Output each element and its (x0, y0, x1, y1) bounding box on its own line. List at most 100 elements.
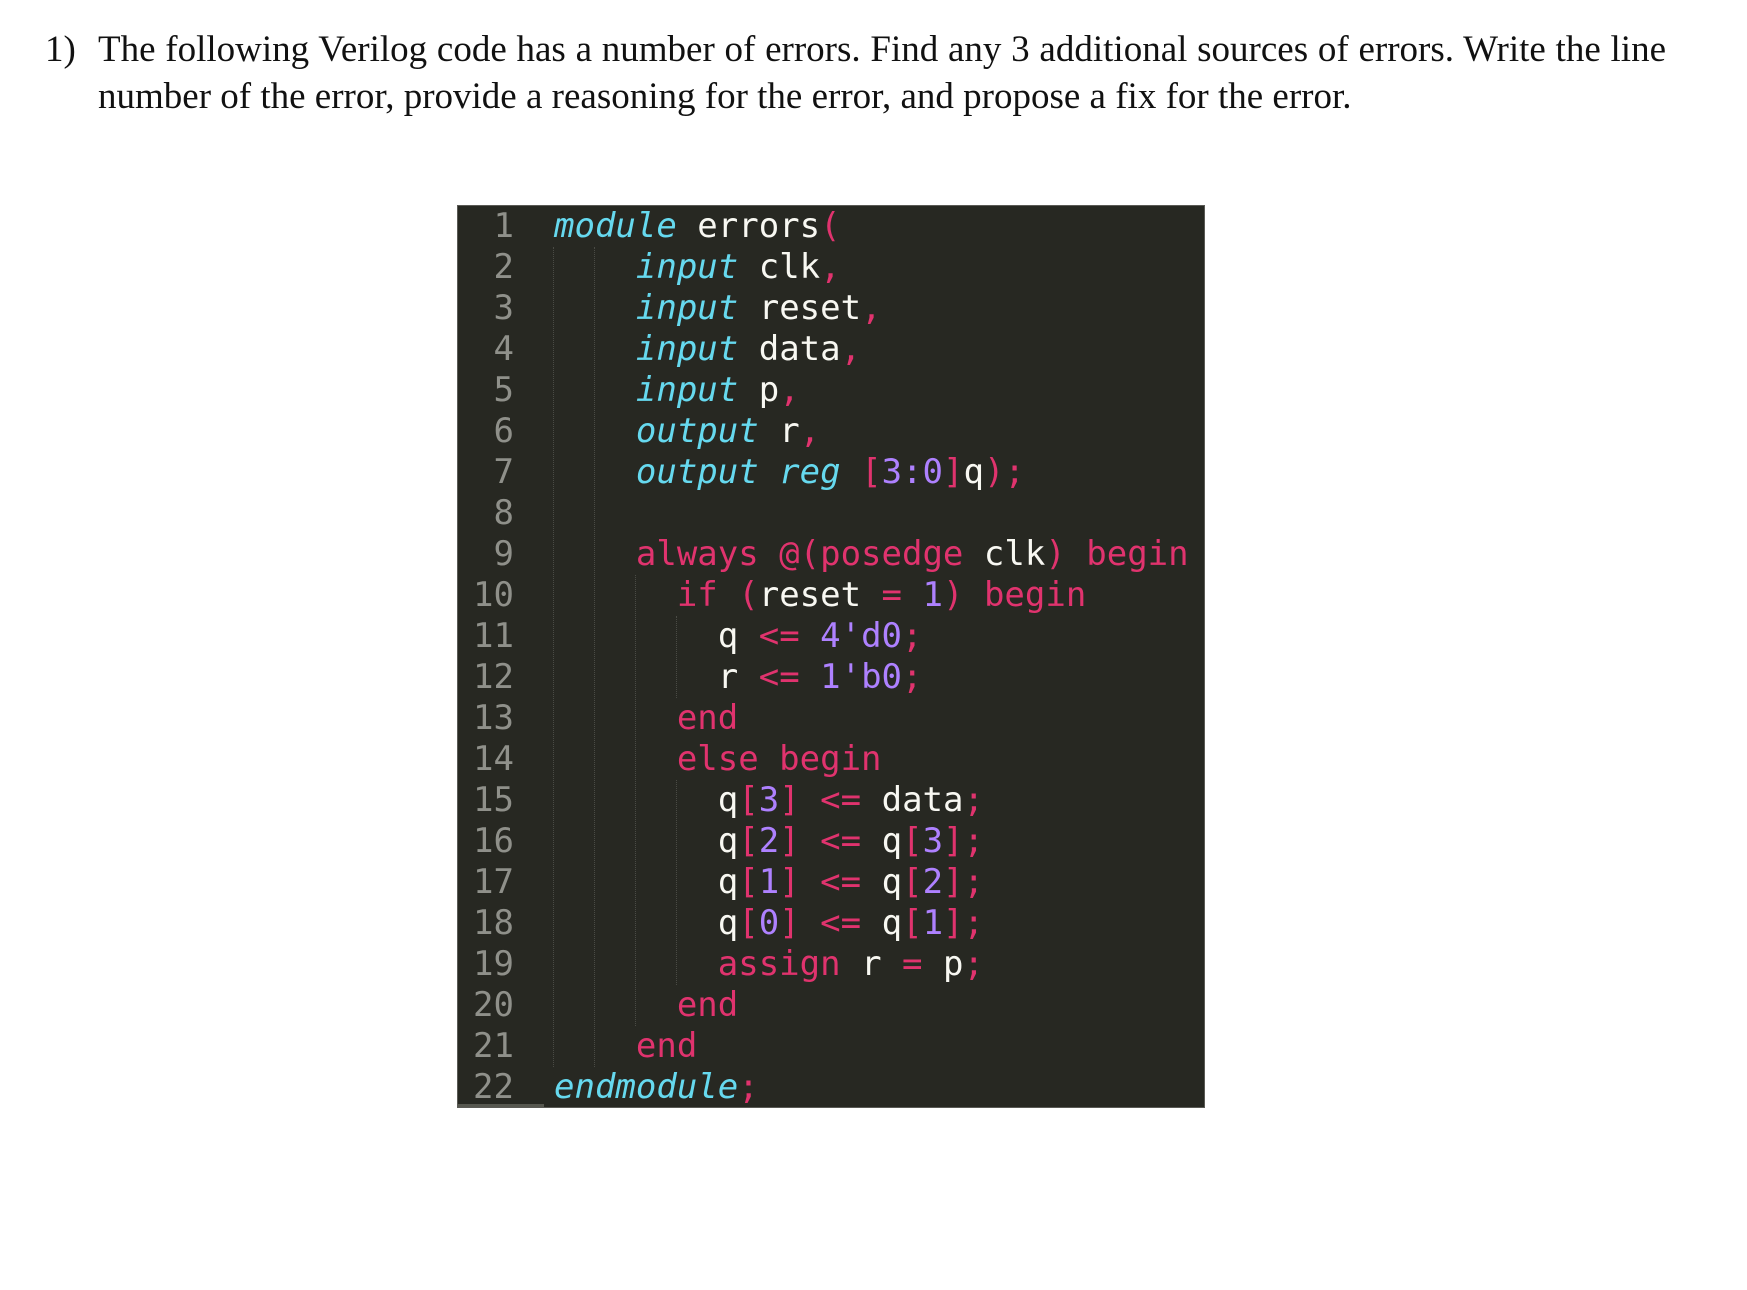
code-token: else begin (676, 739, 882, 779)
code-token: [ (738, 821, 759, 861)
line-number: 21 (473, 1026, 514, 1066)
line-number: 12 (473, 657, 514, 697)
code-token: input (635, 247, 739, 287)
code-line: 14 else begin (458, 739, 1204, 780)
code-text: q <= 4'd0; (554, 616, 923, 657)
line-number: 15 (473, 780, 514, 820)
line-number: 13 (473, 698, 514, 738)
code-token: output (635, 411, 759, 451)
code-token: ]; (943, 862, 984, 902)
gutter-marker (458, 1104, 544, 1107)
line-number: 16 (473, 821, 514, 861)
code-token: ]; (943, 903, 984, 943)
indent-guide (676, 780, 677, 985)
code-line: 17 q[1] <= q[2]; (458, 862, 1204, 903)
code-token: begin (963, 575, 1087, 615)
code-token: end (676, 985, 739, 1025)
code-line: 12 r <= 1'b0; (458, 657, 1204, 698)
code-token: ] (779, 821, 800, 861)
line-number: 5 (493, 370, 514, 410)
code-text: q[3] <= data; (554, 780, 984, 821)
code-token: , (840, 329, 862, 369)
indent-guide (676, 616, 677, 698)
code-token: if ( (676, 575, 759, 615)
code-token: assign (717, 944, 841, 984)
code-token: q (717, 821, 739, 861)
code-line: 6 output r, (458, 411, 1204, 452)
code-token: output reg (635, 452, 841, 492)
code-line: 20 end (458, 985, 1204, 1026)
code-text: input clk, (554, 247, 841, 288)
code-text: end (554, 698, 738, 739)
code-token: ; (902, 657, 923, 697)
question: 1) The following Verilog code has a numb… (45, 26, 1685, 120)
code-token: r (840, 944, 882, 984)
code-token: , (820, 247, 841, 287)
code-token: ] (779, 903, 800, 943)
code-line: 19 assign r = p; (458, 944, 1204, 985)
code-text: q[1] <= q[2]; (554, 862, 984, 903)
code-token: ] (779, 780, 800, 820)
line-number: 3 (493, 288, 514, 328)
code-token: 3 (758, 780, 780, 820)
code-token: [ (902, 821, 923, 861)
code-token: 1 (922, 575, 943, 615)
code-token: ; (963, 944, 984, 984)
code-token: <= (738, 616, 821, 656)
code-text: end (554, 1026, 697, 1067)
code-token: = (861, 575, 923, 615)
code-text: if (reset = 1) begin (554, 575, 1086, 616)
code-token: <= (799, 903, 882, 943)
code-token: [ (861, 452, 882, 492)
code-token: <= (738, 657, 821, 697)
code-line: 5 input p, (458, 370, 1204, 411)
code-token: reset (738, 288, 862, 328)
line-number: 10 (473, 575, 514, 615)
code-token: 1'b0 (820, 657, 903, 697)
code-line: 11 q <= 4'd0; (458, 616, 1204, 657)
code-token: p (942, 944, 964, 984)
code-line: 4 input data, (458, 329, 1204, 370)
code-token: [ (738, 862, 759, 902)
code-token: ] (942, 452, 964, 492)
code-token: ) (942, 575, 964, 615)
code-token: data (881, 780, 964, 820)
code-token: , (861, 288, 882, 328)
code-token: input (635, 370, 739, 410)
code-text: input data, (554, 329, 861, 370)
code-token: r (717, 657, 739, 697)
code-listing: 1 module errors(2 input clk, 3 input reset… (457, 205, 1205, 1108)
code-token: , (779, 370, 800, 410)
code-line: 13 end (458, 698, 1204, 739)
code-token: r (758, 411, 800, 451)
code-token: data (738, 329, 841, 369)
code-token: errors (676, 206, 821, 246)
code-token: [ (902, 903, 923, 943)
code-text: q[0] <= q[1]; (554, 903, 984, 944)
line-number: 7 (493, 452, 514, 492)
indent-guide (553, 247, 554, 1067)
code-token: ); (983, 452, 1025, 492)
code-token: q (717, 903, 739, 943)
code-text: q[2] <= q[3]; (554, 821, 984, 862)
code-lines: 1 module errors(2 input clk, 3 input reset… (458, 206, 1204, 1107)
code-text: module errors( (554, 206, 841, 247)
code-token: 2 (758, 821, 780, 861)
code-line: 1 module errors( (458, 206, 1204, 247)
code-text: always @(posedge clk) begin (554, 534, 1189, 575)
code-token: module (554, 206, 677, 246)
code-text: endmodule; (554, 1067, 759, 1107)
line-number: 1 (493, 206, 514, 246)
line-number: 14 (473, 739, 514, 779)
code-token: ( (820, 206, 841, 246)
code-token: = (881, 944, 943, 984)
code-line: 3 input reset, (458, 288, 1204, 329)
code-token: <= (799, 821, 882, 861)
line-number: 2 (493, 247, 514, 287)
code-line: 21 end (458, 1026, 1204, 1067)
line-number: 18 (473, 903, 514, 943)
code-token: <= (799, 862, 882, 902)
code-text: input reset, (554, 288, 882, 329)
code-line: 16 q[2] <= q[3]; (458, 821, 1204, 862)
